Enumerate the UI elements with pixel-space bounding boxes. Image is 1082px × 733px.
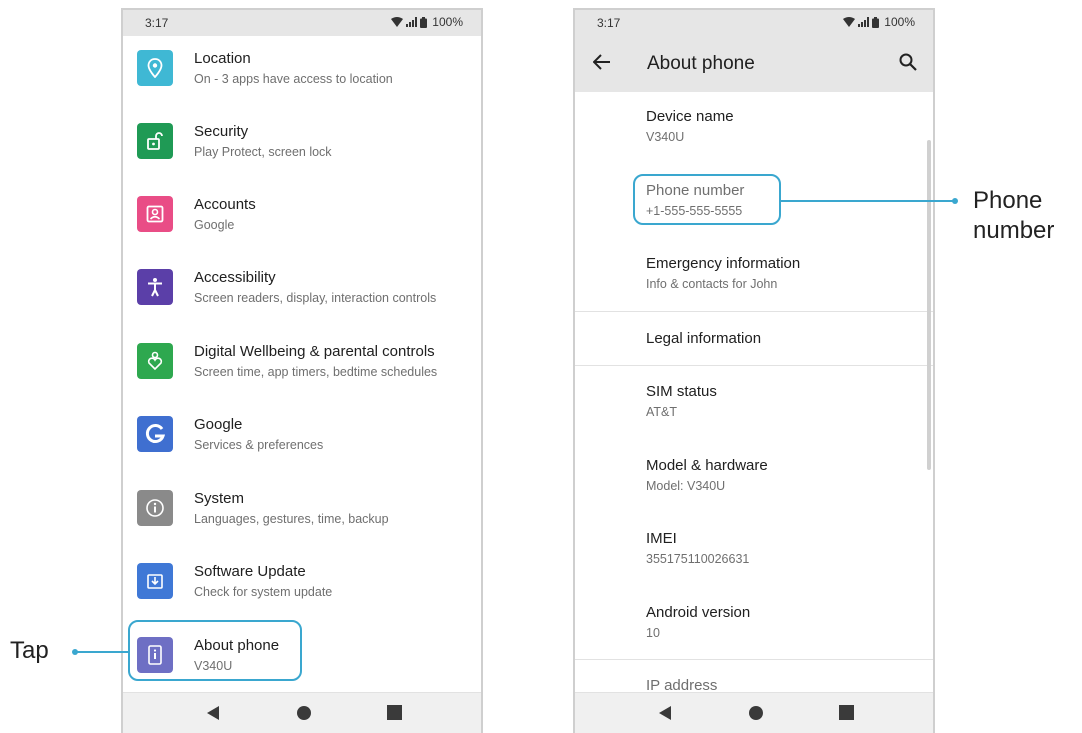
- page-title: About phone: [647, 53, 755, 74]
- location-pin-icon: [137, 50, 173, 86]
- about-item-value: 10: [646, 626, 660, 640]
- wellbeing-heart-icon: [137, 343, 173, 379]
- back-triangle-icon[interactable]: [658, 705, 672, 721]
- settings-item-subtitle: Languages, gestures, time, backup: [194, 512, 389, 526]
- settings-item-subtitle: Google: [194, 218, 235, 232]
- app-bar: About phone: [575, 36, 933, 92]
- about-item-value: Model: V340U: [646, 479, 726, 493]
- settings-item-title: Location: [194, 50, 251, 67]
- settings-item-accessibility[interactable]: Accessibility Screen readers, display, i…: [123, 257, 481, 325]
- settings-item-title: Accessibility: [194, 269, 276, 286]
- google-g-icon: [137, 416, 173, 452]
- account-box-icon: [137, 196, 173, 232]
- tap-callout-line: [75, 651, 128, 653]
- about-item-title: SIM status: [646, 383, 717, 400]
- home-circle-icon[interactable]: [748, 705, 764, 721]
- settings-item-subtitle: Check for system update: [194, 585, 333, 599]
- settings-item-subtitle: Play Protect, screen lock: [194, 145, 332, 159]
- navigation-bar: [575, 692, 933, 733]
- phone-number-callout-label-line1: Phone: [973, 187, 1043, 214]
- settings-item-digital-wellbeing[interactable]: Digital Wellbeing & parental controls Sc…: [123, 331, 481, 399]
- settings-item-security[interactable]: Security Play Protect, screen lock: [123, 111, 481, 179]
- about-item-value: 355175110026631: [646, 552, 750, 566]
- home-circle-icon[interactable]: [296, 705, 312, 721]
- signal-icon: [858, 17, 870, 27]
- settings-item-title: System: [194, 490, 245, 507]
- status-bar: 3:17 100%: [123, 10, 481, 36]
- phone-number-callout-label-line2: number: [973, 217, 1055, 244]
- settings-item-subtitle: Screen time, app timers, bedtime schedul…: [194, 365, 438, 379]
- battery-percent: 100%: [884, 15, 915, 29]
- phone-number-callout-line: [781, 200, 955, 202]
- search-icon[interactable]: [899, 53, 917, 71]
- phone-number-highlight: [633, 174, 781, 225]
- info-circle-icon: [137, 490, 173, 526]
- about-item-title: Model & hardware: [646, 457, 768, 474]
- settings-item-title: Google: [194, 416, 243, 433]
- phone-number-callout-dot: [952, 198, 958, 204]
- settings-item-software-update[interactable]: Software Update Check for system update: [123, 551, 481, 619]
- settings-item-subtitle: On - 3 apps have access to location: [194, 72, 393, 86]
- status-time: 3:17: [597, 16, 621, 30]
- settings-item-title: Software Update: [194, 563, 306, 580]
- about-phone-screen: 3:17 100% About phone Device name V340U …: [573, 8, 935, 733]
- wifi-icon: [391, 17, 404, 27]
- about-item-title: Android version: [646, 604, 751, 621]
- divider: [575, 365, 933, 366]
- about-item-value: AT&T: [646, 405, 678, 419]
- settings-item-title: Security: [194, 123, 249, 140]
- tap-callout-label: Tap: [10, 637, 49, 664]
- divider: [575, 659, 933, 660]
- scrollbar[interactable]: [927, 140, 931, 470]
- about-item-title: Device name: [646, 108, 734, 125]
- back-triangle-icon[interactable]: [206, 705, 220, 721]
- settings-item-location[interactable]: Location On - 3 apps have access to loca…: [123, 38, 481, 106]
- navigation-bar: [123, 692, 481, 733]
- about-item-value: Info & contacts for John: [646, 277, 778, 291]
- settings-item-subtitle: Screen readers, display, interaction con…: [194, 291, 437, 305]
- about-item-title: Emergency information: [646, 255, 801, 272]
- about-phone-highlight: [128, 620, 302, 681]
- settings-item-google[interactable]: Google Services & preferences: [123, 404, 481, 472]
- about-item-title: Legal information: [646, 330, 762, 347]
- settings-item-accounts[interactable]: Accounts Google: [123, 184, 481, 252]
- status-icons: 100%: [391, 15, 463, 29]
- lock-icon: [137, 123, 173, 159]
- status-bar: 3:17 100%: [575, 10, 933, 36]
- settings-item-title: Accounts: [194, 196, 256, 213]
- signal-icon: [406, 17, 418, 27]
- battery-icon: [872, 16, 880, 28]
- status-icons: 100%: [843, 15, 915, 29]
- tap-callout-dot: [72, 649, 78, 655]
- divider: [575, 311, 933, 312]
- recents-square-icon[interactable]: [387, 705, 402, 720]
- settings-item-subtitle: Services & preferences: [194, 438, 324, 452]
- battery-icon: [420, 16, 428, 28]
- settings-item-system[interactable]: System Languages, gestures, time, backup: [123, 478, 481, 546]
- download-icon: [137, 563, 173, 599]
- status-time: 3:17: [145, 16, 169, 30]
- settings-item-title: Digital Wellbeing & parental controls: [194, 343, 435, 360]
- accessibility-icon: [137, 269, 173, 305]
- recents-square-icon[interactable]: [839, 705, 854, 720]
- about-item-value: V340U: [646, 130, 685, 144]
- about-item-title: IMEI: [646, 530, 677, 547]
- back-arrow-icon[interactable]: [593, 54, 611, 70]
- wifi-icon: [843, 17, 856, 27]
- battery-percent: 100%: [432, 15, 463, 29]
